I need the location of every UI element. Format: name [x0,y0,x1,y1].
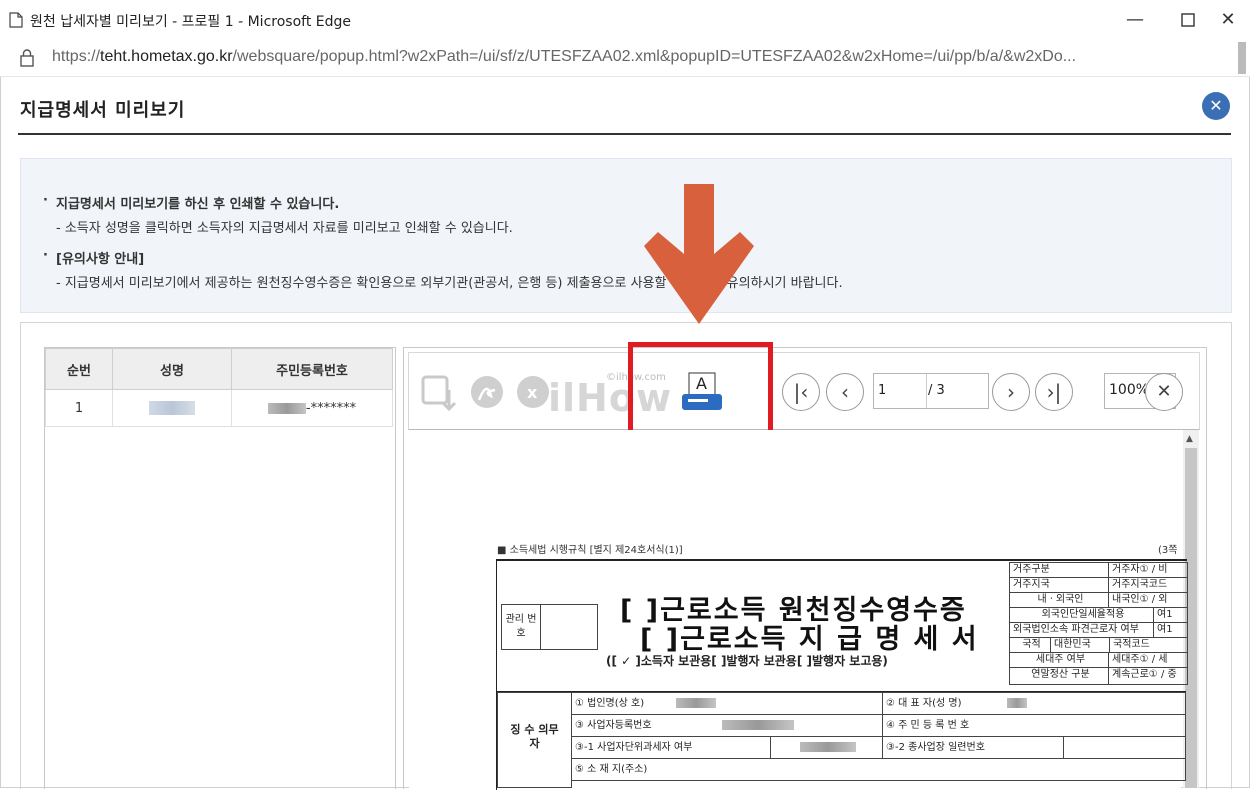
side-cell: 계속근로① / 중 [1108,667,1188,685]
side-cell: 여1 [1153,622,1188,638]
redacted-name [149,401,195,415]
page-total: / 3 [928,383,945,398]
side-cell: 국적 [1009,637,1051,653]
close-icon: ✕ [1209,96,1223,115]
close-icon: ✕ [1156,381,1172,402]
payer-label: 징 수 의무자 [497,692,572,788]
row-rrn: -******* [231,389,393,427]
col-header-rrn: 주민등록번호 [231,348,393,390]
form-field-sub-branch-value [1063,736,1186,759]
close-popup-button[interactable]: ✕ [1202,92,1230,120]
row-name-link[interactable] [112,389,232,427]
doc-header-left: ■ 소득세법 시행규칙 [별지 제24호서식(1)] [497,545,683,556]
down-arrow-annotation [644,184,754,324]
col-header-name: 성명 [112,348,232,390]
title-divider [18,133,1231,135]
minimize-button[interactable]: — [1122,7,1148,33]
chevron-left-icon: ‹ [841,380,849,404]
redacted-value [800,742,856,752]
side-cell: 대한민국 [1050,637,1110,653]
maximize-button[interactable] [1175,7,1201,33]
next-page-button[interactable]: › [992,373,1030,411]
form-field-unit-tax-value [770,736,883,759]
row-no: 1 [45,389,113,427]
svg-text:x: x [527,383,538,402]
save-icon[interactable] [421,374,457,412]
side-cell: 세대주 여부 [1009,652,1109,668]
notice-line-1: 지급명세서 미리보기를 하신 후 인쇄할 수 있습니다. [56,197,340,212]
excel-icon[interactable]: x [515,374,551,410]
side-cell: 내ㆍ외국인 [1009,592,1109,608]
notice-bullet: · [43,193,48,208]
notice-bullet-2: · [43,248,48,263]
side-cell: 거주구분 [1009,562,1109,578]
mgmt-value-box [540,604,598,650]
pdf-icon[interactable] [469,374,505,410]
page-number-input[interactable]: 1 [878,383,886,398]
side-cell: 외국법인소속 파견근로자 여부 [1009,622,1154,638]
redacted-value [676,698,717,708]
browser-window: 원천 납세자별 미리보기 - 프로필 1 - Microsoft Edge — … [0,0,1250,790]
side-cell: 외국인단일세율적용 [1009,607,1154,623]
form-subtitle: ([ ✓ ]소득자 보관용[ ]발행자 보관용[ ]발행자 보고용) [606,654,888,668]
close-viewer-button[interactable]: ✕ [1145,373,1183,411]
notice-line-3: [유의사항 안내] [56,252,145,267]
popup-title: 지급명세서 미리보기 [20,100,186,121]
url-text[interactable]: https://teht.hometax.go.kr/websquare/pop… [52,48,1076,66]
maximize-icon [1181,13,1195,27]
first-page-icon: |‹ [793,380,809,404]
first-page-button[interactable]: |‹ [782,373,820,411]
last-page-button[interactable]: ›| [1035,373,1073,411]
title-bar: 원천 납세자별 미리보기 - 프로필 1 - Microsoft Edge — … [0,0,1250,40]
prev-page-button[interactable]: ‹ [826,373,864,411]
form-field-address: ⑤ 소 재 지(주소) [571,758,1186,781]
taxpayer-table: 순번 성명 주민등록번호 1 -******* [45,348,393,427]
scroll-up-icon[interactable]: ▲ [1186,434,1193,444]
notice-box: · 지급명세서 미리보기를 하신 후 인쇄할 수 있습니다. - 소득자 성명을… [20,158,1232,313]
col-header-no: 순번 [45,348,113,390]
side-cell: 거주지국코드 [1108,577,1188,593]
form-field-unit-tax: ③-1 사업자단위과세자 여부 [571,736,771,759]
side-cell: 세대주① / 세 [1108,652,1188,668]
scrollbar[interactable] [1238,42,1246,74]
form-field-sub-branch: ③-2 종사업장 일련번호 [882,736,1064,759]
chevron-right-icon: › [1007,380,1015,404]
side-cell: 거주지국 [1009,577,1109,593]
side-cell: 국적코드 [1109,637,1188,653]
window-close-button[interactable]: ✕ [1215,7,1241,33]
form-title-2: [ ]근로소득 지 급 명 세 서 [640,624,979,655]
side-cell: 내국인① / 외 [1108,592,1188,608]
form-field-bizno: ③ 사업자등록번호 [571,714,883,737]
form-field-company: ① 법인명(상 호) [571,692,883,715]
side-cell: 거주자① / 비 [1108,562,1188,578]
form-field-rrn: ④ 주 민 등 록 번 호 [882,714,1186,737]
lock-icon [20,49,34,67]
table-row[interactable]: 1 -******* [45,389,393,427]
page-indicator: 1 / 3 [873,373,989,409]
redacted-value [721,720,794,730]
form-field-rep: ② 대 표 자(성 명) [882,692,1186,715]
page-divider [926,374,927,408]
redacted-rrn [267,402,306,414]
last-page-icon: ›| [1046,380,1062,404]
window-title: 원천 납세자별 미리보기 - 프로필 1 - Microsoft Edge [30,14,351,30]
side-cell: 여1 [1153,607,1188,623]
notice-line-2: - 소득자 성명을 클릭하면 소득자의 지급명세서 자료를 미리보고 인쇄할 수… [56,221,513,236]
zoom-value: 100% [1109,382,1150,398]
side-cell: 연말정산 구분 [1009,667,1109,685]
doc-header-right: (3쪽 [1158,545,1178,556]
mgmt-label: 관리 번호 [501,604,541,650]
redacted-value [1007,698,1028,708]
page-icon [9,12,23,28]
